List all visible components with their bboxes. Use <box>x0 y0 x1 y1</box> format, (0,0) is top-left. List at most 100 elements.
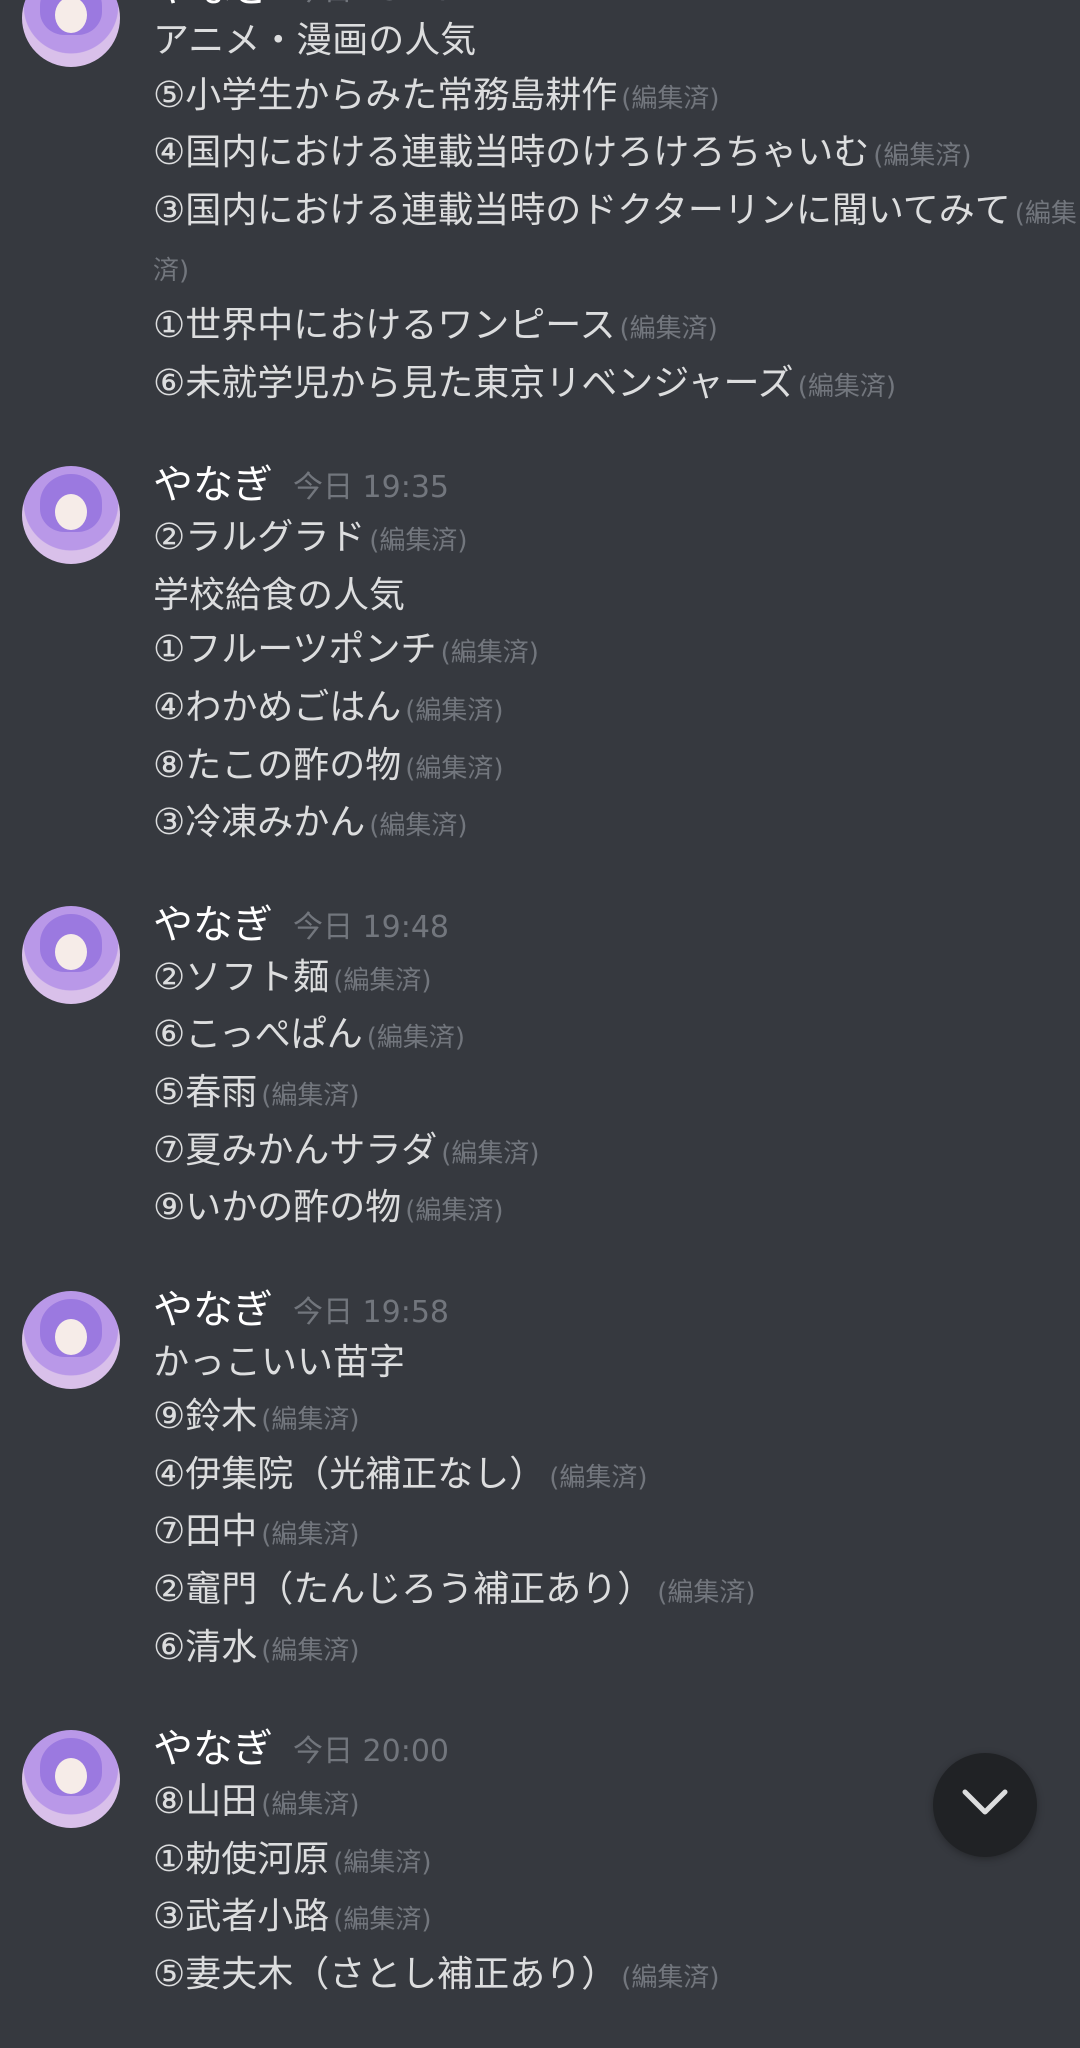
edited-label: (編集済) <box>333 1847 432 1878</box>
message-group[interactable]: やなぎ今日 19:24アニメ・漫画の人気⑤小学生からみた常務島耕作(編集済)④国… <box>0 0 1080 414</box>
message-text: ⑦田中 <box>153 1511 258 1553</box>
edited-label: (編集済) <box>405 753 504 784</box>
timestamp: 今日 20:00 <box>293 1734 449 1770</box>
message-text: ③冷凍みかん <box>153 802 366 844</box>
message-text: ③武者小路 <box>153 1896 330 1938</box>
message-line[interactable]: ④伊集院（光補正なし） (編集済) <box>153 1448 1080 1506</box>
edited-label: (編集済) <box>261 1405 360 1436</box>
edited-label: (編集済) <box>333 965 432 996</box>
chevron-down-icon <box>961 1788 1009 1822</box>
message-line[interactable]: ③国内における連載当時のドクターリンに聞いてみて (編集済) <box>153 184 1080 299</box>
message-line[interactable]: ②ソフト麺 (編集済) <box>153 951 1080 1009</box>
message-text: ⑤春雨 <box>153 1071 258 1113</box>
avatar[interactable] <box>22 905 120 1004</box>
message-line[interactable]: ③冷凍みかん (編集済) <box>153 796 1080 854</box>
message-group[interactable]: やなぎ 今日 20:00 ⑧山田 (編集済) ①勅使河原 (編集済) ③武者小路 (編集済) ⑤… <box>0 1720 1080 2005</box>
username[interactable]: やなぎ <box>153 899 273 951</box>
message-text: ②竈門（たんじろう補正あり） <box>153 1569 654 1611</box>
message-line[interactable]: ⑦夏みかんサラダ (編集済) <box>153 1124 1080 1182</box>
edited-label: (編集済) <box>261 1635 360 1666</box>
username[interactable]: やなぎ <box>153 459 273 511</box>
message-line[interactable]: ⑤小学生からみた常務島耕作 (編集済) <box>153 69 1080 127</box>
message-line[interactable]: ⑨鈴木 (編集済) <box>153 1390 1080 1448</box>
timestamp: 今日 19:48 <box>293 909 449 945</box>
message-text: ⑨いかの酢の物 <box>153 1187 402 1229</box>
message-line[interactable]: ②竈門（たんじろう補正あり） (編集済) <box>153 1563 1080 1621</box>
timestamp: 今日 19:35 <box>293 470 449 506</box>
edited-label: (編集済) <box>619 313 718 344</box>
message-line[interactable]: ③武者小路 (編集済) <box>153 1890 1080 1948</box>
edited-label: (編集済) <box>873 141 972 172</box>
message-header: やなぎ 今日 19:58 <box>153 1281 1080 1336</box>
edited-label: (編集済) <box>405 1196 504 1227</box>
avatar[interactable] <box>22 1730 120 1829</box>
username[interactable]: やなぎ <box>153 1284 273 1336</box>
message-text: ⑦夏みかんサラダ <box>153 1129 438 1171</box>
message-text: ⑧山田 <box>153 1781 258 1823</box>
avatar[interactable] <box>22 466 120 565</box>
message-line[interactable]: ①フルーツポンチ (編集済) <box>153 623 1080 681</box>
message-text: ①勅使河原 <box>153 1838 330 1880</box>
message-header: やなぎ 今日 20:00 <box>153 1720 1080 1775</box>
edited-label: (編集済) <box>621 83 720 114</box>
message-line[interactable]: ⑥清水 (編集済) <box>153 1621 1080 1679</box>
message-line[interactable]: 学校給食の人気 <box>153 569 1080 624</box>
message-line[interactable]: ④わかめごはん (編集済) <box>153 681 1080 739</box>
message-line[interactable]: ⑧たこの酢の物 (編集済) <box>153 739 1080 797</box>
message-line[interactable]: ①勅使河原 (編集済) <box>153 1833 1080 1891</box>
message-header: やなぎ 今日 19:35 <box>153 456 1080 511</box>
avatar[interactable] <box>22 1290 120 1389</box>
message-line[interactable]: ⑦田中 (編集済) <box>153 1505 1080 1563</box>
message-header: やなぎ 今日 19:24 <box>153 0 1080 14</box>
message-header: やなぎ 今日 19:48 <box>153 896 1080 951</box>
message-text: ③国内における連載当時のドクターリンに聞いてみて <box>153 189 1011 231</box>
edited-label: (編集済) <box>369 811 468 842</box>
jump-to-bottom-button[interactable] <box>933 1753 1037 1857</box>
username[interactable]: やなぎ <box>153 1723 273 1775</box>
message-text: ⑥こっぺぱん <box>153 1014 363 1056</box>
message-line[interactable]: ⑨いかの酢の物 (編集済) <box>153 1181 1080 1239</box>
message-text: 学校給食の人気 <box>153 574 406 616</box>
message-text: ②ラルグラド <box>153 517 366 559</box>
message-line[interactable]: かっこいい苗字 <box>153 1336 1080 1391</box>
message-line[interactable]: ⑥未就学児から見た東京リベンジャーズ (編集済) <box>153 357 1080 415</box>
message-text: ④伊集院（光補正なし） <box>153 1453 546 1495</box>
edited-label: (編集済) <box>441 1138 540 1169</box>
timestamp: 今日 19:58 <box>293 1294 449 1330</box>
timestamp: 今日 19:24 <box>293 0 449 14</box>
message-text: ①世界中におけるワンピース <box>153 304 616 346</box>
message-text: ①フルーツポンチ <box>153 629 437 671</box>
message-list[interactable]: やなぎ今日 19:24アニメ・漫画の人気⑤小学生からみた常務島耕作(編集済)④国… <box>0 0 1080 2048</box>
message-text: ④わかめごはん <box>153 686 402 728</box>
edited-label: (編集済) <box>621 1963 720 1994</box>
message-text: ④国内における連載当時のけろけろちゃいむ <box>153 132 870 174</box>
message-text: ②ソフト麺 <box>153 956 330 998</box>
edited-label: (編集済) <box>549 1462 648 1493</box>
message-line[interactable]: ⑤妻夫木（さとし補正あり） (編集済) <box>153 1948 1080 2006</box>
edited-label: (編集済) <box>261 1790 360 1821</box>
edited-label: (編集済) <box>797 371 896 402</box>
message-text: アニメ・漫画の人気 <box>153 20 477 61</box>
message-line[interactable]: ⑥こっぺぱん (編集済) <box>153 1008 1080 1066</box>
message-group[interactable]: やなぎ 今日 19:48 ②ソフト麺 (編集済) ⑥こっぺぱん (編集済) ⑤春雨 (編集済)… <box>0 896 1080 1239</box>
message-group[interactable]: やなぎ 今日 19:58 かっこいい苗字 ⑨鈴木 (編集済) ④伊集院（光補正なし） (編集… <box>0 1281 1080 1679</box>
edited-label: (編集済) <box>440 638 539 669</box>
message-text: かっこいい苗字 <box>153 1341 406 1383</box>
username[interactable]: やなぎ <box>153 0 273 14</box>
avatar[interactable] <box>22 0 120 67</box>
message-text: ⑤小学生からみた常務島耕作 <box>153 74 618 116</box>
message-text: ⑨鈴木 <box>153 1396 258 1438</box>
message-group[interactable]: やなぎ 今日 19:35 ②ラルグラド (編集済) 学校給食の人気 ①フルーツポンチ (編集… <box>0 456 1080 854</box>
message-line[interactable]: ⑤春雨 (編集済) <box>153 1066 1080 1124</box>
edited-label: (編集済) <box>369 526 468 557</box>
message-line[interactable]: ④国内における連載当時のけろけろちゃいむ (編集済) <box>153 126 1080 184</box>
edited-label: (編集済) <box>261 1080 360 1111</box>
message-line[interactable]: アニメ・漫画の人気 <box>153 14 1080 69</box>
message-text: ⑥未就学児から見た東京リベンジャーズ <box>153 362 794 404</box>
edited-label: (編集済) <box>366 1023 466 1054</box>
message-line[interactable]: ②ラルグラド (編集済) <box>153 511 1080 569</box>
edited-label: (編集済) <box>405 695 504 726</box>
message-text: ⑤妻夫木（さとし補正あり） <box>153 1954 618 1996</box>
message-line[interactable]: ①世界中におけるワンピース (編集済) <box>153 299 1080 357</box>
message-text: ⑥清水 <box>153 1626 258 1668</box>
